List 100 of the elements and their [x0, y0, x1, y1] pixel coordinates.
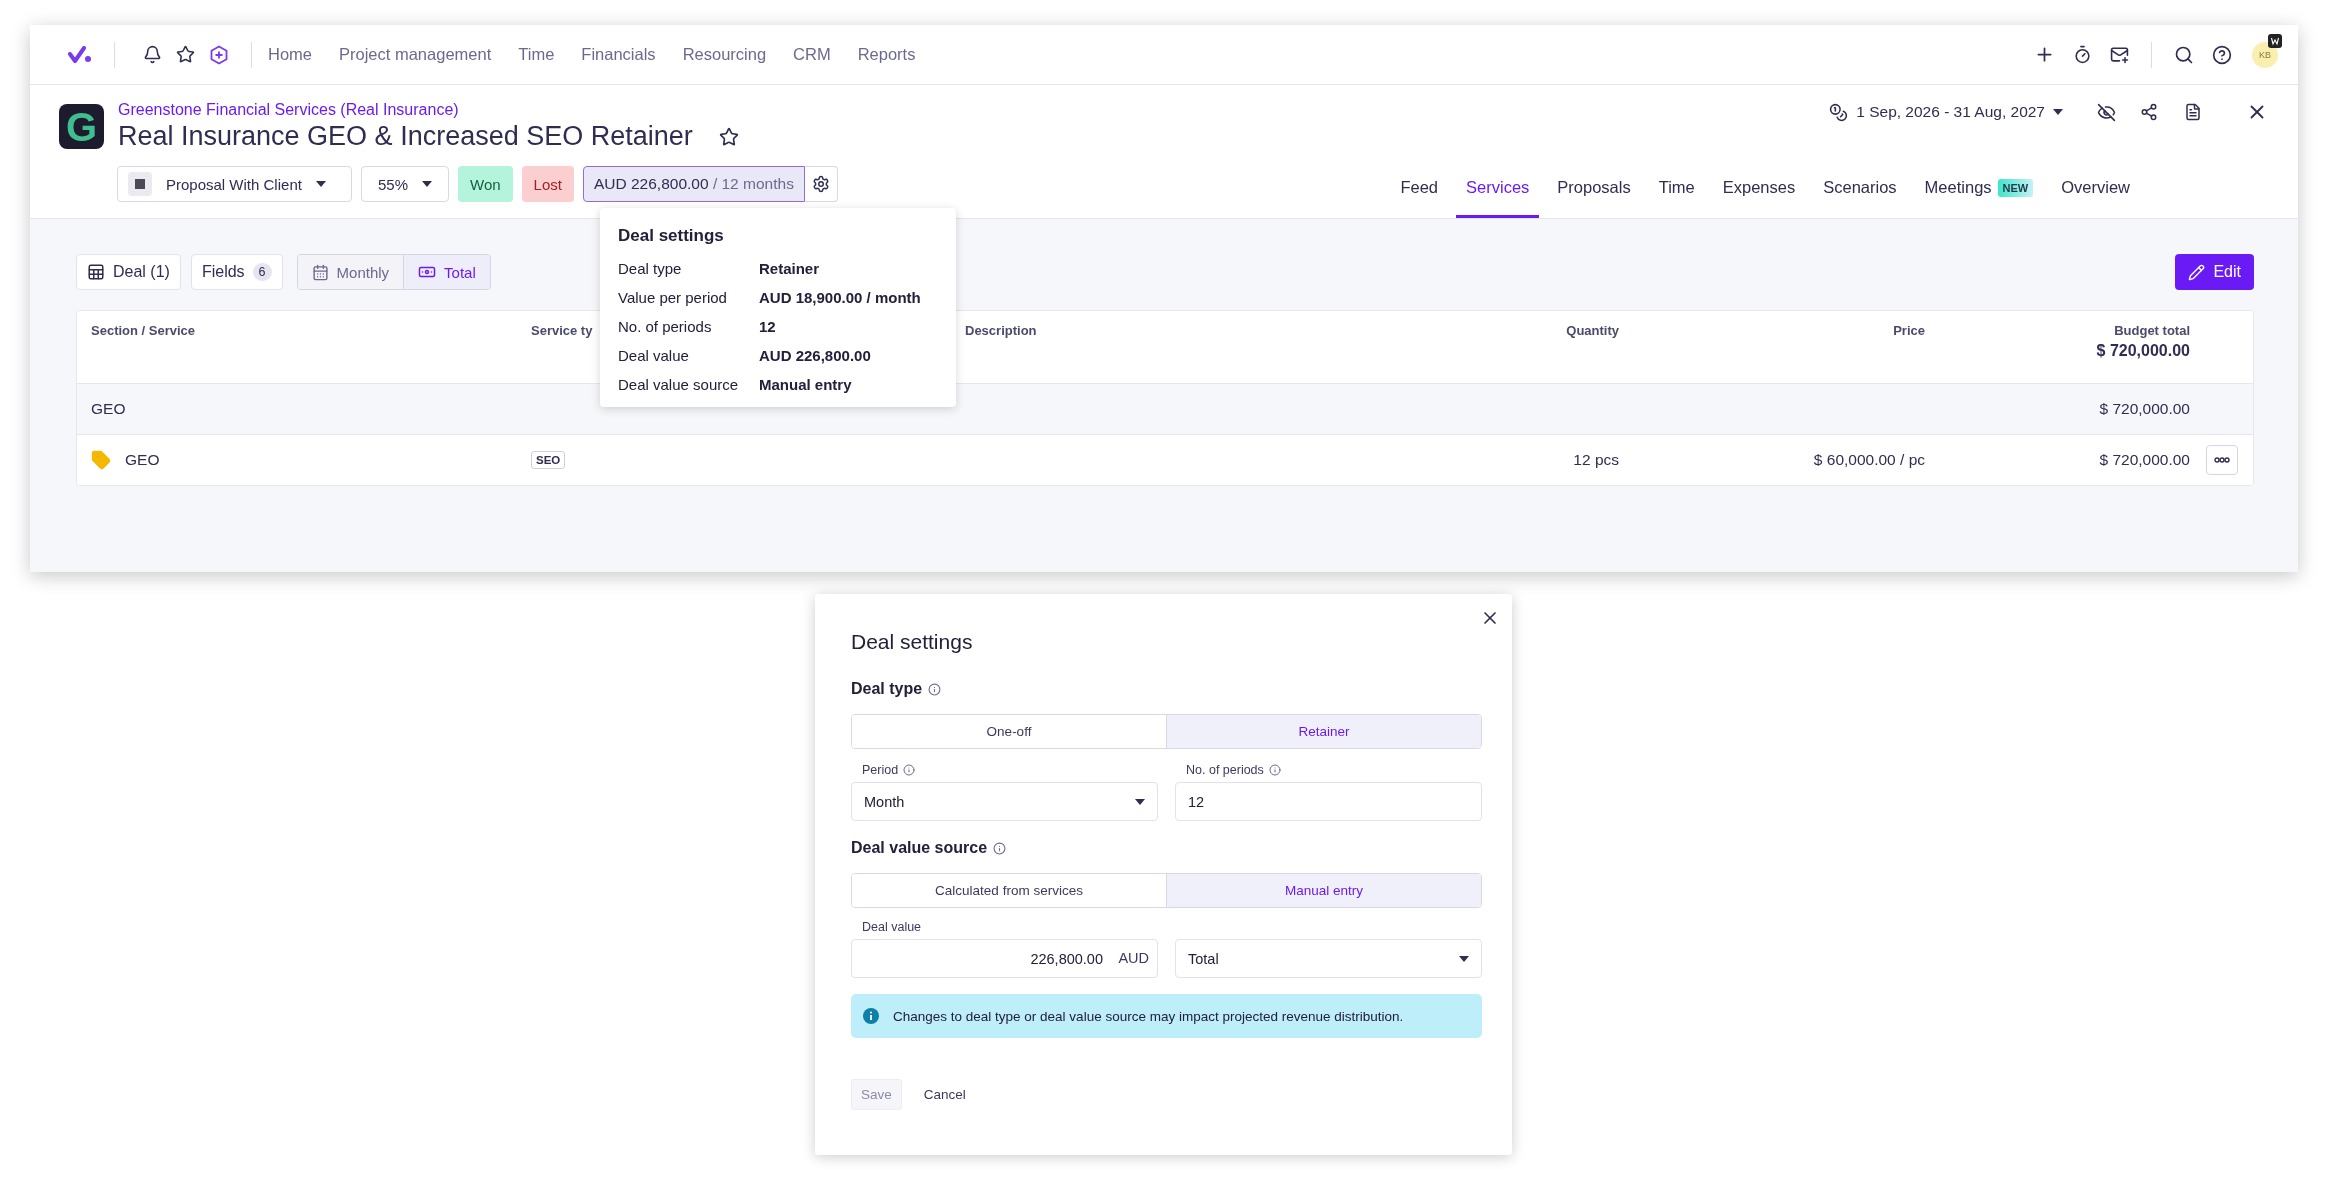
column-header: Budget total: [2114, 323, 2190, 338]
caret-icon: [1135, 798, 1145, 805]
table-cell: $ 720,000.00: [2099, 400, 2190, 418]
timer-icon[interactable]: [2073, 45, 2092, 64]
nav-link[interactable]: Resourcing: [682, 45, 767, 64]
currency-label: AUD: [1118, 950, 1149, 966]
setting-value: AUD 18,900.00 / month: [759, 289, 921, 306]
count-badge: 6: [252, 263, 272, 281]
company-link[interactable]: Greenstone Financial Services (Real Insurance): [118, 101, 747, 119]
mail-icon[interactable]: [2110, 45, 2129, 64]
settings-button[interactable]: [804, 166, 838, 202]
section-label: Deal value source: [851, 839, 988, 857]
info-icon: [863, 1008, 879, 1024]
setting-value: AUD 226,800.00: [759, 347, 871, 364]
tab[interactable]: Meetings NEW: [1914, 178, 2044, 218]
setting-label: Value per period: [618, 289, 728, 306]
date-range-select[interactable]: 1 Sep, 2026 - 31 Aug, 2027: [1823, 101, 2069, 123]
setting-value: Manual entry: [759, 376, 852, 393]
segment-option[interactable]: Retainer: [1166, 715, 1481, 748]
lost-button[interactable]: Lost: [521, 166, 574, 202]
app-logo[interactable]: [68, 45, 92, 64]
service-type-tag: SEO: [531, 451, 566, 469]
help-icon[interactable]: [2212, 44, 2232, 65]
alert-text: Changes to deal type or deal value source may impact projected revenue distribution.: [893, 1008, 1404, 1024]
table-cell: 12 pcs: [1573, 451, 1619, 469]
hide-icon[interactable]: [2097, 102, 2116, 122]
cancel-button[interactable]: Cancel: [917, 1079, 972, 1110]
tab[interactable]: Proposals: [1547, 178, 1641, 218]
setting-value: Retainer: [759, 260, 820, 277]
view-toggle[interactable]: Total: [403, 255, 490, 289]
field-label: Deal value: [862, 920, 922, 934]
table-cell: GEO: [125, 451, 160, 469]
hexagon-plus-icon[interactable]: [209, 44, 229, 65]
ellipsis-icon: [2213, 457, 2230, 463]
coins-icon: [1829, 102, 1849, 122]
tab[interactable]: Time: [1648, 178, 1705, 218]
star-icon[interactable]: [176, 45, 195, 64]
info-icon[interactable]: [928, 682, 942, 696]
company-logo: G: [59, 104, 104, 149]
nav-link[interactable]: CRM: [793, 45, 831, 64]
nav-link[interactable]: Reports: [857, 45, 916, 64]
tag-icon: [91, 450, 111, 470]
edit-button[interactable]: Edit: [2175, 254, 2254, 290]
more-button[interactable]: [2205, 445, 2238, 475]
nav-link[interactable]: Home: [268, 45, 312, 64]
dialog-title: Deal settings: [851, 630, 974, 654]
budget-total: $ 720,000.00: [2096, 342, 2190, 360]
field-label: No. of periods: [1186, 763, 1264, 777]
deal-button[interactable]: Deal (1): [76, 254, 181, 290]
caret-icon: [422, 181, 433, 187]
setting-value: 12: [759, 318, 776, 335]
tab[interactable]: Scenarios: [1813, 178, 1907, 218]
column-header: Section / Service: [91, 323, 196, 338]
square-icon: [135, 179, 145, 189]
info-icon[interactable]: [903, 764, 916, 776]
new-badge: NEW: [1997, 178, 2034, 197]
tab[interactable]: Expenses: [1712, 178, 1806, 218]
table-cell: $ 60,000.00 / pc: [1813, 451, 1925, 469]
segment-option[interactable]: Manual entry: [1166, 874, 1481, 907]
info-icon[interactable]: [993, 841, 1007, 855]
tab[interactable]: Feed: [1390, 178, 1449, 218]
section-label: Deal type: [851, 680, 923, 698]
nav-link[interactable]: Time: [518, 45, 555, 64]
nav-link[interactable]: Financials: [581, 45, 656, 64]
deal-amount-button[interactable]: AUD 226,800.00 / 12 months: [582, 166, 805, 202]
won-button[interactable]: Won: [458, 166, 513, 202]
search-icon[interactable]: [2174, 44, 2194, 65]
star-icon[interactable]: [718, 126, 739, 147]
badge-icon: [2268, 33, 2282, 48]
view-toggle[interactable]: Monthly: [297, 255, 404, 289]
setting-label: No. of periods: [618, 318, 713, 335]
probability-select[interactable]: 55%: [361, 166, 450, 202]
period-select[interactable]: Month: [851, 782, 1158, 821]
table-cell: GEO: [91, 400, 126, 418]
fields-button[interactable]: Fields 6: [190, 254, 283, 290]
settings-icon: [811, 175, 830, 193]
pencil-icon: [2188, 263, 2206, 281]
setting-label: Deal value source: [618, 376, 740, 393]
deal-title: Real Insurance GEO & Increased SEO Retainer: [118, 121, 693, 152]
popover-title: Deal settings: [618, 226, 725, 246]
bell-icon[interactable]: [143, 45, 162, 64]
tab[interactable]: Overview: [2051, 178, 2140, 218]
periods-input[interactable]: 12: [1175, 782, 1482, 821]
table-cell: $ 720,000.00: [2099, 451, 2190, 469]
scope-select[interactable]: Total: [1175, 939, 1482, 978]
column-header: Service ty: [531, 323, 593, 338]
caret-icon: [2053, 109, 2063, 115]
nav-link[interactable]: Project management: [339, 45, 492, 64]
stage-select[interactable]: Proposal With Client: [117, 166, 352, 202]
table-icon: [87, 263, 105, 281]
share-icon[interactable]: [2140, 103, 2158, 121]
field-label: Period: [862, 763, 899, 777]
setting-label: Deal type: [618, 260, 683, 277]
caret-icon: [315, 181, 326, 187]
document-icon[interactable]: [2184, 103, 2202, 121]
column-header: Quantity: [1566, 323, 1619, 338]
setting-label: Deal value: [618, 347, 690, 364]
info-icon[interactable]: [1268, 764, 1281, 776]
caret-icon: [1459, 955, 1469, 962]
column-header: Price: [1893, 323, 1925, 338]
